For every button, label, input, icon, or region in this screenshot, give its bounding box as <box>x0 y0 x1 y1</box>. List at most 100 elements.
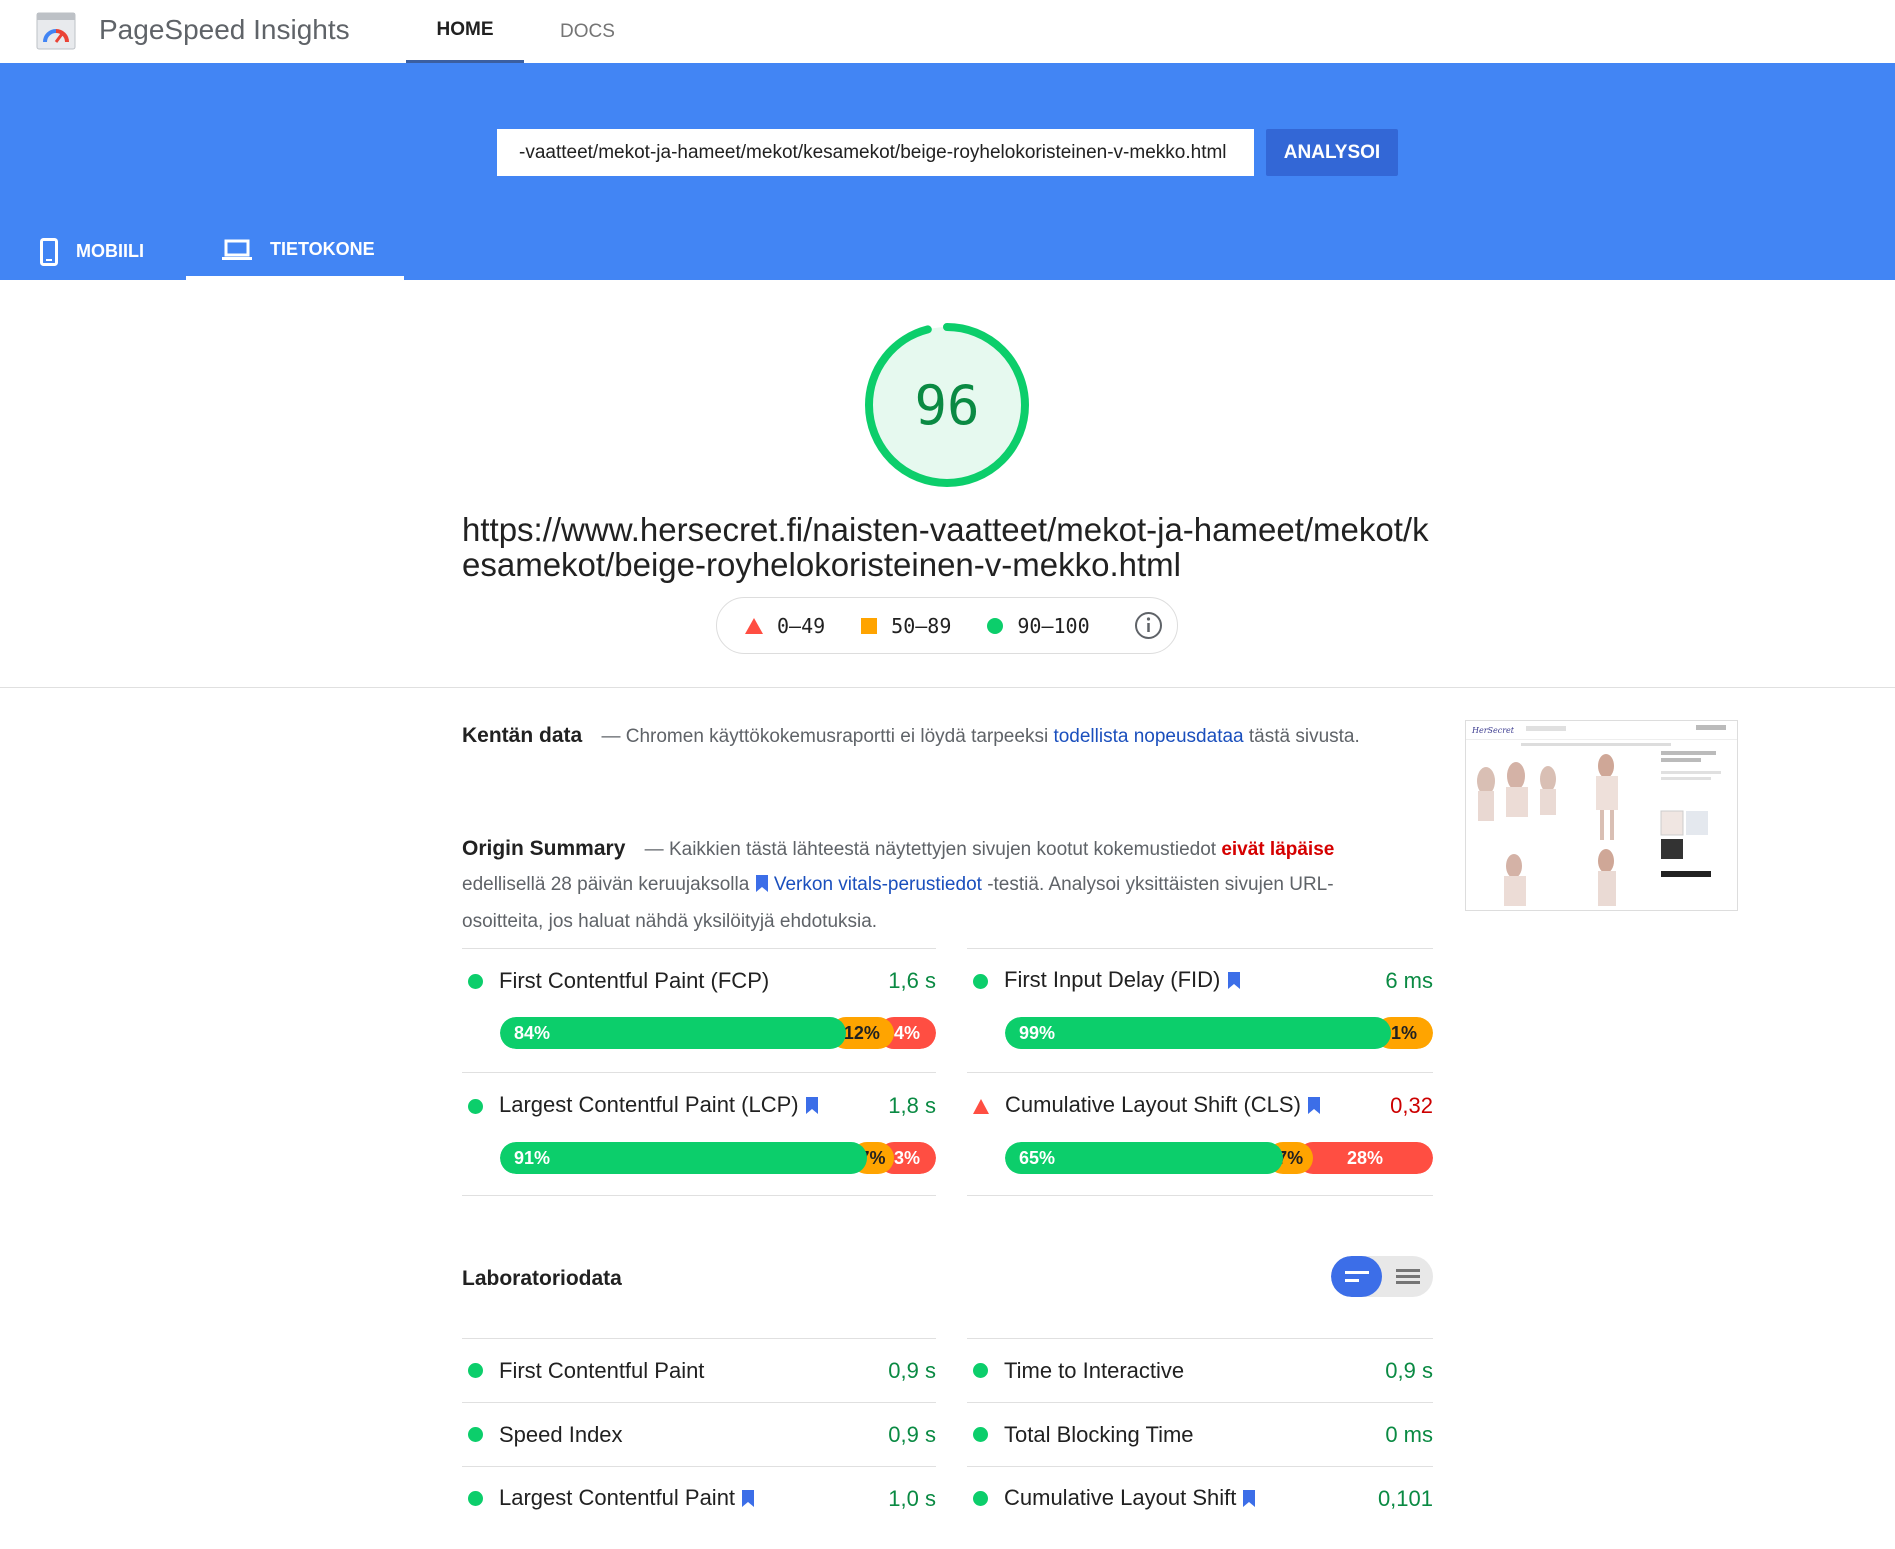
field-data-section: Kentän data — Chromen käyttökokemusrapor… <box>462 718 1362 754</box>
analysis-header: ANALYSOI MOBIILI TIETOKONE <box>0 63 1895 280</box>
origin-summary-title: Origin Summary <box>462 837 626 860</box>
legend-range-poor: 0–49 <box>777 613 826 638</box>
good-status-icon <box>468 1491 483 1506</box>
metric-divider <box>462 1072 936 1073</box>
lab-metric-label: Cumulative Layout Shift <box>1004 1484 1237 1510</box>
metric-divider <box>967 1072 1433 1073</box>
lab-metric-value: 0,9 s <box>1385 1357 1433 1383</box>
good-segment: 99% <box>1005 1017 1391 1049</box>
metric-divider <box>967 1195 1433 1196</box>
metric-fid-name: First Input Delay (FID) <box>1004 967 1385 995</box>
metric-divider <box>967 948 1433 949</box>
metric-cls-value: 0,32 <box>1390 1093 1433 1118</box>
metric-divider <box>462 948 936 949</box>
svg-text:HerSecret: HerSecret <box>1471 726 1515 735</box>
legend-range-average: 50–89 <box>891 613 952 638</box>
good-segment: 84% <box>500 1017 846 1049</box>
good-status-icon <box>973 973 988 989</box>
triangle-icon <box>745 617 763 634</box>
metric-fcp-name: First Contentful Paint (FCP) <box>499 968 770 993</box>
tab-mobile-label: MOBIILI <box>76 241 144 261</box>
metric-lcp-label: Largest Contentful Paint (LCP) <box>499 1092 799 1117</box>
page-screenshot-thumbnail: HerSecret <box>1465 720 1738 911</box>
origin-summary-section: Origin Summary — Kaikkien tästä lähteest… <box>462 831 1362 939</box>
metric-divider <box>462 1195 936 1196</box>
bookmark-icon <box>1307 1094 1321 1120</box>
lab-metric-name: Speed Index <box>499 1421 623 1447</box>
legend-range-good: 90–100 <box>1017 613 1090 638</box>
bookmark-icon <box>805 1094 819 1120</box>
good-status-icon <box>468 1363 483 1378</box>
metric-lcp: Largest Contentful Paint (LCP) 1,8 s 91%… <box>462 1088 936 1174</box>
lab-metric-value: 0,9 s <box>888 1421 936 1447</box>
tab-desktop[interactable]: TIETOKONE <box>186 223 404 280</box>
circle-icon <box>987 617 1004 634</box>
score-legend: 0–49 50–89 90–100 <box>716 597 1178 654</box>
lab-metric-cls: Cumulative Layout Shift 0,101 <box>967 1466 1433 1530</box>
info-icon[interactable] <box>1134 611 1163 640</box>
poor-status-icon <box>973 1098 989 1114</box>
metric-cls-name: Cumulative Layout Shift (CLS) <box>1005 1092 1390 1120</box>
lab-metric-value: 0,101 <box>1377 1485 1433 1511</box>
good-status-icon <box>468 1427 483 1442</box>
lab-metric-fcp: First Contentful Paint 0,9 s <box>462 1338 936 1402</box>
legend-item-average: 50–89 <box>861 614 951 638</box>
good-segment: 91% <box>500 1142 868 1174</box>
nav-tab-docs[interactable]: DOCS <box>540 0 635 63</box>
lab-metric-lcp: Largest Contentful Paint 1,0 s <box>462 1466 936 1530</box>
performance-score-value: 96 <box>914 374 980 437</box>
lab-metric-value: 0 ms <box>1385 1421 1433 1447</box>
section-divider <box>0 687 1895 688</box>
nav-tab-home[interactable]: HOME <box>406 0 524 63</box>
good-status-icon <box>973 1427 988 1442</box>
view-toggle[interactable] <box>1331 1256 1433 1297</box>
metric-fid-label: First Input Delay (FID) <box>1004 967 1221 992</box>
origin-summary-text-middle: edellisellä 28 päivän keruujaksolla <box>462 874 750 895</box>
poor-segment: 28% <box>1297 1142 1433 1174</box>
expanded-view-icon[interactable] <box>1382 1256 1433 1297</box>
origin-summary-text: — Kaikkien tästä lähteestä näytettyjen s… <box>644 839 1217 860</box>
lab-metric-name: First Contentful Paint <box>499 1357 705 1383</box>
bookmark-icon <box>1227 969 1241 995</box>
metric-cls-label: Cumulative Layout Shift (CLS) <box>1005 1092 1301 1117</box>
core-web-vitals-link[interactable]: Verkon vitals-perustiedot <box>774 874 982 895</box>
square-icon <box>861 617 878 634</box>
good-status-icon <box>468 1098 483 1114</box>
field-data-link[interactable]: todellista nopeusdataa <box>1053 726 1243 747</box>
tab-desktop-label: TIETOKONE <box>270 239 375 259</box>
good-status-icon <box>973 1491 988 1506</box>
legend-item-poor: 0–49 <box>745 614 825 638</box>
top-bar: PageSpeed Insights HOME DOCS <box>0 0 1895 63</box>
origin-summary-fail-text: eivät läpäise <box>1221 839 1335 860</box>
tab-mobile[interactable]: MOBIILI <box>40 223 170 280</box>
lab-metric-label: Largest Contentful Paint <box>499 1484 736 1510</box>
metric-fcp: First Contentful Paint (FCP) 1,6 s 84% 12… <box>462 963 936 1049</box>
field-data-text-after: tästä sivusta. <box>1248 726 1360 747</box>
url-input[interactable] <box>497 129 1254 176</box>
legend-item-good: 90–100 <box>987 613 1090 638</box>
lab-metric-speed-index: Speed Index 0,9 s <box>462 1402 936 1466</box>
distribution-bar: 99% 1% <box>1005 1017 1433 1049</box>
lab-metric-value: 1,0 s <box>888 1485 936 1511</box>
field-data-text: — Chromen käyttökokemusraportti ei löydä… <box>601 726 1049 747</box>
smartphone-icon <box>40 237 58 266</box>
bookmark-icon <box>1242 1487 1256 1513</box>
bookmark-icon <box>755 869 769 904</box>
compact-view-icon[interactable] <box>1331 1256 1382 1297</box>
metric-cls: Cumulative Layout Shift (CLS) 0,32 65% 7%… <box>967 1088 1433 1174</box>
field-data-title: Kentän data <box>462 724 583 747</box>
distribution-bar: 84% 12% 4% <box>500 1017 936 1049</box>
bookmark-icon <box>741 1487 755 1513</box>
lab-metric-name: Total Blocking Time <box>1004 1421 1194 1447</box>
metric-fcp-value: 1,6 s <box>888 968 936 993</box>
lab-metric-tti: Time to Interactive 0,9 s <box>967 1338 1433 1402</box>
metric-fid: First Input Delay (FID) 6 ms 99% 1% <box>967 963 1433 1049</box>
laptop-icon <box>222 239 252 261</box>
analyze-button[interactable]: ANALYSOI <box>1266 129 1398 176</box>
pagespeed-logo-icon[interactable] <box>36 12 76 50</box>
app-title: PageSpeed Insights <box>99 14 350 45</box>
metric-lcp-name: Largest Contentful Paint (LCP) <box>499 1092 888 1120</box>
analyzed-url: https://www.hersecret.fi/naisten-vaattee… <box>462 511 1429 583</box>
metric-lcp-value: 1,8 s <box>888 1093 936 1118</box>
good-segment: 65% <box>1005 1142 1284 1174</box>
